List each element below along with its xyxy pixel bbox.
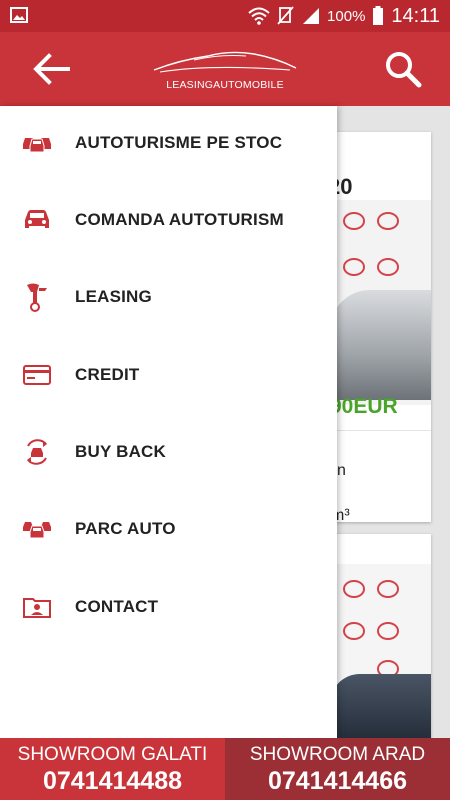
clock: 14:11 (391, 4, 440, 27)
menu-item-label: PARC AUTO (75, 519, 176, 538)
battery-percent: 100% (327, 7, 366, 25)
car-image (330, 290, 431, 400)
showroom-arad-button[interactable]: SHOWROOM ARAD 0741414466 (225, 738, 450, 800)
status-bar: 100% 14:11 (0, 0, 450, 32)
menu-item-label: BUY BACK (75, 442, 167, 461)
contact-folder-icon (22, 594, 52, 620)
showroom-galati-button[interactable]: SHOWROOM GALATI 0741414488 (0, 738, 225, 800)
wifi-icon (248, 7, 270, 25)
showroom-name: SHOWROOM GALATI (17, 744, 208, 765)
app-bar: LEASINGAUTOMOBILE (0, 32, 450, 106)
menu-item-label: CONTACT (75, 597, 159, 616)
credit-card-icon (22, 362, 52, 388)
menu-item-leasing[interactable]: LEASING (0, 265, 337, 329)
menu-item-label: COMANDA AUTOTURISM (75, 210, 284, 229)
cars-icon (22, 130, 52, 156)
showroom-name: SHOWROOM ARAD (249, 744, 426, 765)
listing-price-fragment: 90EUR (330, 395, 398, 418)
divider (330, 430, 431, 431)
listing-detail-fragment: n (337, 462, 346, 479)
battery-icon (373, 6, 384, 25)
search-icon (386, 52, 422, 88)
menu-item-parc-auto[interactable]: PARC AUTO (0, 497, 337, 561)
arrow-back-icon (33, 53, 70, 85)
key-icon (22, 283, 52, 312)
menu-item-comanda-autoturism[interactable]: COMANDA AUTOTURISM (0, 188, 337, 252)
menu-item-contact[interactable]: CONTACT (0, 575, 337, 639)
showroom-phone: 0741414488 (42, 767, 183, 795)
car-image (330, 674, 431, 738)
menu-item-label: LEASING (75, 287, 152, 306)
back-button[interactable] (26, 44, 76, 94)
car-cycle-icon (22, 439, 52, 465)
image-icon (10, 7, 28, 23)
signal-icon (303, 8, 320, 24)
logo: LEASINGAUTOMOBILE (150, 46, 300, 96)
search-button[interactable] (378, 44, 428, 94)
menu-item-credit[interactable]: CREDIT (0, 343, 337, 407)
logo-text: LEASINGAUTOMOBILE (166, 79, 284, 91)
car-logo-icon (153, 51, 297, 73)
menu-item-autoturisme-pe-stoc[interactable]: AUTOTURISME PE STOC (0, 111, 337, 175)
mute-icon (277, 6, 294, 25)
menu-item-label: CREDIT (75, 365, 140, 384)
navigation-drawer: AUTOTURISME PE STOC COMANDA AUTOTURISM L… (0, 106, 337, 738)
showroom-phone: 0741414466 (267, 767, 408, 795)
car-fleet-icon (22, 516, 52, 542)
menu-item-label: AUTOTURISME PE STOC (75, 133, 283, 152)
car-front-icon (22, 207, 52, 233)
menu-item-buy-back[interactable]: BUY BACK (0, 420, 337, 484)
